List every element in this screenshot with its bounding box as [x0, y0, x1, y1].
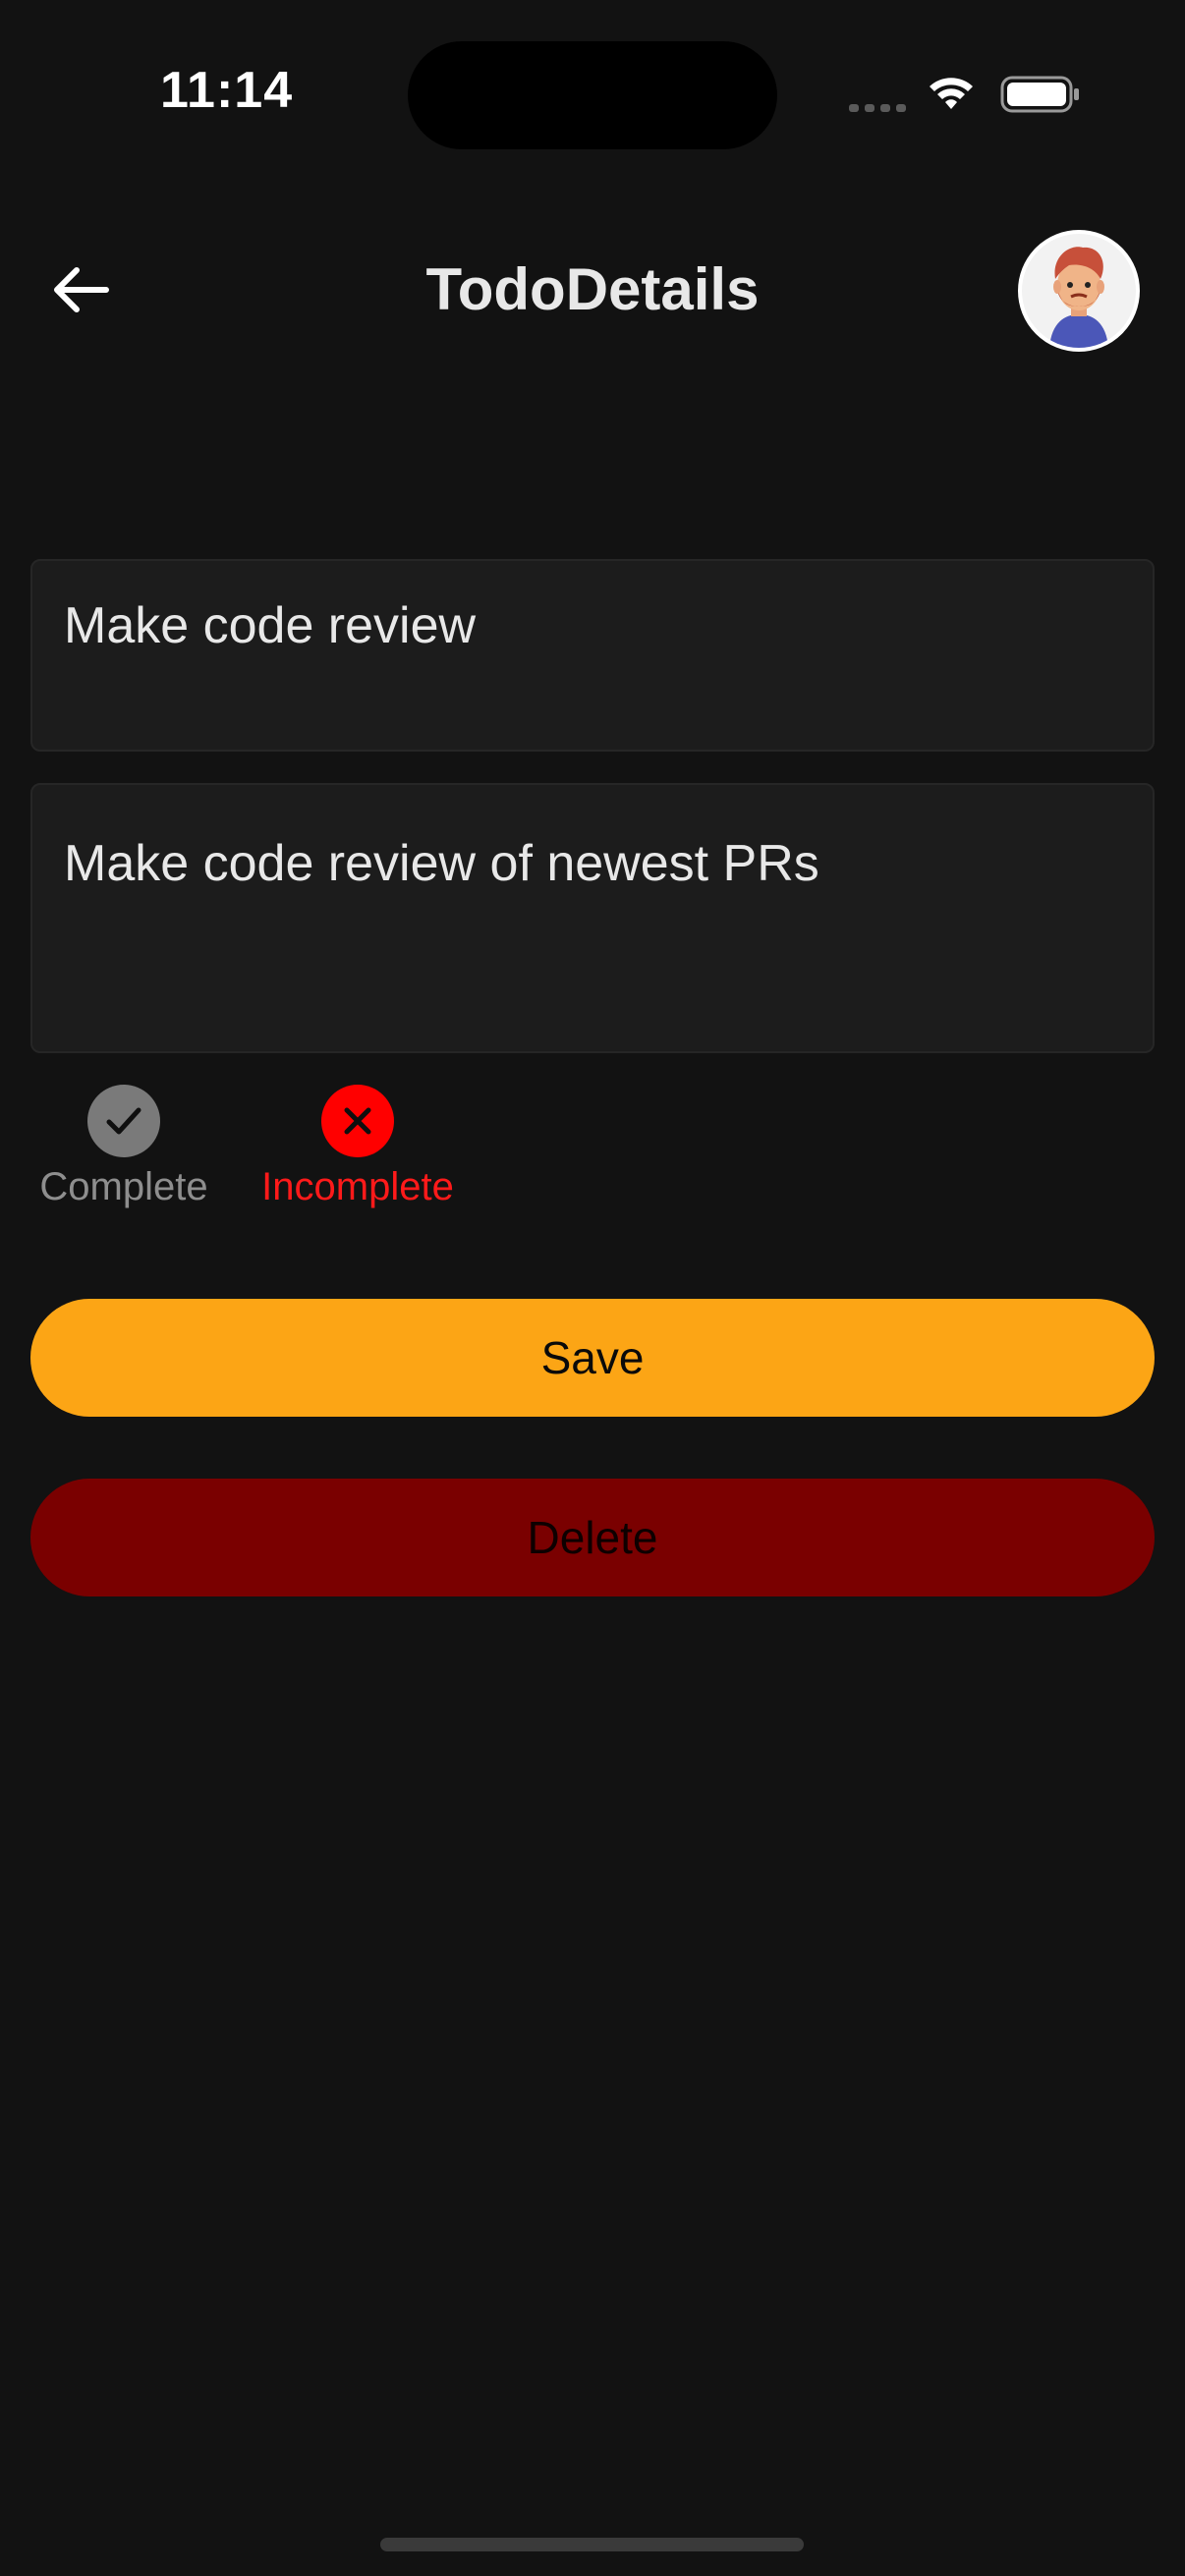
complete-toggle[interactable]: Complete	[30, 1085, 217, 1210]
complete-status-button[interactable]	[87, 1085, 160, 1157]
user-avatar-icon	[1022, 234, 1136, 348]
delete-button[interactable]: Delete	[30, 1479, 1155, 1596]
todo-description-input[interactable]: Make code review of newest PRs	[30, 783, 1155, 1053]
incomplete-label: Incomplete	[261, 1165, 454, 1208]
save-button[interactable]: Save	[30, 1299, 1155, 1417]
status-bar: 11:14	[0, 0, 1185, 187]
checkmark-icon	[106, 1107, 141, 1135]
cellular-signal-icon	[849, 104, 906, 112]
dynamic-island	[408, 41, 777, 149]
complete-label: Complete	[39, 1165, 208, 1208]
home-indicator[interactable]	[380, 2538, 804, 2551]
wifi-icon	[930, 78, 973, 109]
page-title: TodoDetails	[425, 256, 760, 322]
todo-title-input[interactable]: Make code review	[30, 559, 1155, 752]
avatar[interactable]	[1018, 230, 1140, 352]
incomplete-status-button[interactable]	[321, 1085, 394, 1157]
header: TodoDetails	[0, 196, 1185, 383]
incomplete-toggle[interactable]: Incomplete	[248, 1085, 468, 1210]
status-time: 11:14	[160, 62, 294, 119]
battery-icon	[1000, 76, 1079, 113]
x-icon	[344, 1107, 371, 1135]
